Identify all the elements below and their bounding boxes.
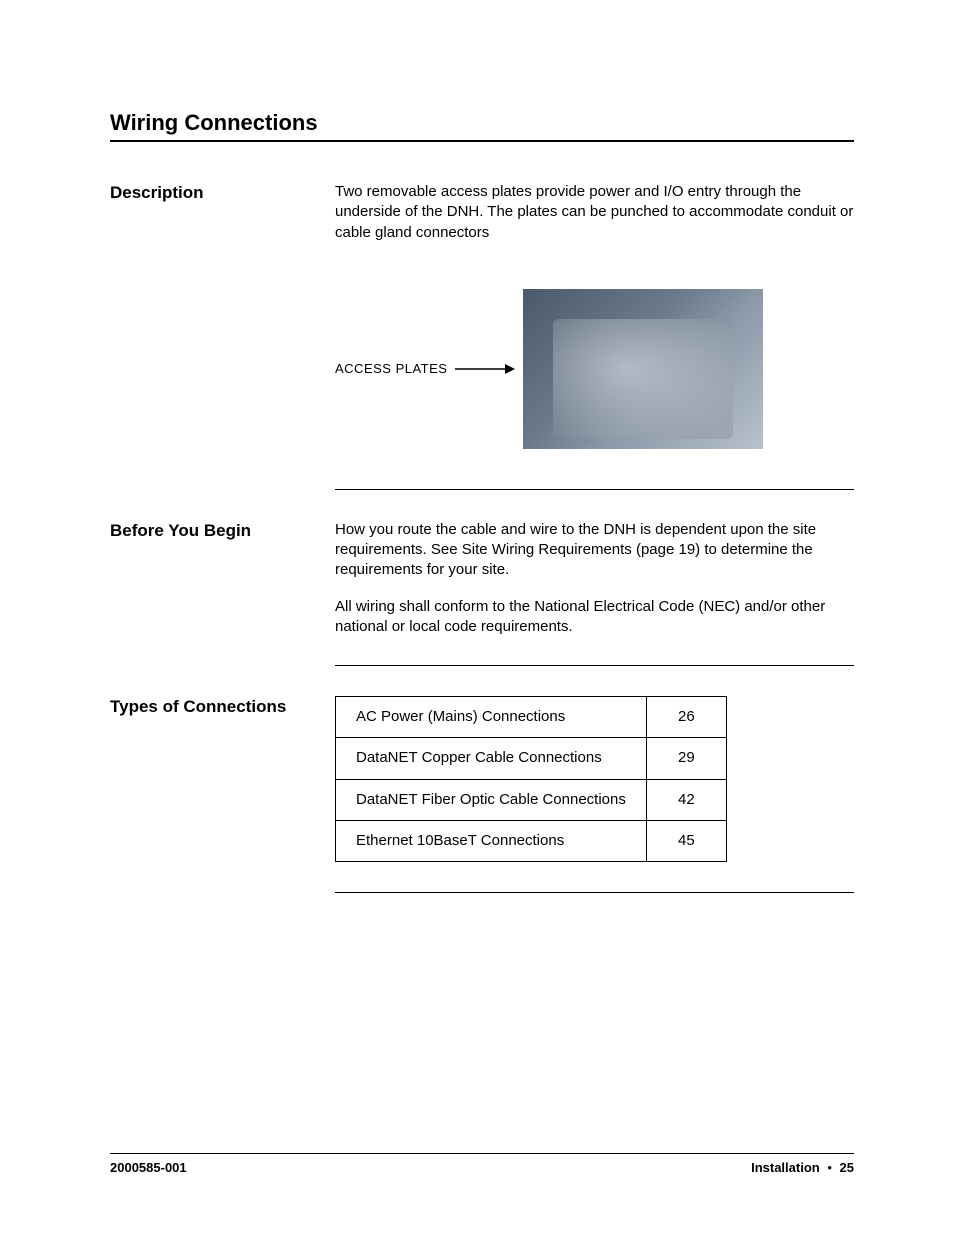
connection-label: DataNET Copper Cable Connections [336,738,647,779]
footer-right: Installation • 25 [751,1160,854,1175]
access-plates-image [523,289,763,449]
access-plates-figure: ACCESS PLATES [335,289,854,449]
connection-page: 42 [646,779,726,820]
divider-1 [335,489,854,490]
table-row: DataNET Fiber Optic Cable Connections 42 [336,779,727,820]
section-title: Wiring Connections [110,110,854,136]
connection-page: 26 [646,697,726,738]
before-you-begin-body: How you route the cable and wire to the … [335,520,854,653]
before-you-begin-para2: All wiring shall conform to the National… [335,597,854,638]
arrow-right-icon [455,362,515,376]
types-of-connections-block: Types of Connections AC Power (Mains) Co… [110,696,854,862]
before-you-begin-block: Before You Begin How you route the cable… [110,520,854,653]
description-body: Two removable access plates provide powe… [335,182,854,259]
types-of-connections-body: AC Power (Mains) Connections 26 DataNET … [335,696,854,862]
figure-label: ACCESS PLATES [335,361,447,376]
before-you-begin-heading: Before You Begin [110,520,335,542]
description-paragraph: Two removable access plates provide powe… [335,182,854,243]
footer-section: Installation [751,1160,820,1175]
table-row: DataNET Copper Cable Connections 29 [336,738,727,779]
table-row: AC Power (Mains) Connections 26 [336,697,727,738]
document-page: Wiring Connections Description Two remov… [0,0,954,1235]
description-heading: Description [110,182,335,204]
connection-page: 29 [646,738,726,779]
page-footer: 2000585-001 Installation • 25 [110,1153,854,1175]
footer-bullet: • [823,1160,836,1175]
connections-table: AC Power (Mains) Connections 26 DataNET … [335,696,727,862]
footer-rule [110,1153,854,1154]
description-block: Description Two removable access plates … [110,182,854,259]
footer-doc-number: 2000585-001 [110,1160,187,1175]
footer-page-number: 25 [840,1160,854,1175]
footer-row: 2000585-001 Installation • 25 [110,1160,854,1175]
types-of-connections-heading: Types of Connections [110,696,335,718]
divider-2 [335,665,854,666]
connection-label: Ethernet 10BaseT Connections [336,820,647,861]
before-you-begin-para1: How you route the cable and wire to the … [335,520,854,581]
connection-page: 45 [646,820,726,861]
title-rule [110,140,854,142]
connection-label: DataNET Fiber Optic Cable Connections [336,779,647,820]
table-row: Ethernet 10BaseT Connections 45 [336,820,727,861]
connection-label: AC Power (Mains) Connections [336,697,647,738]
divider-3 [335,892,854,893]
